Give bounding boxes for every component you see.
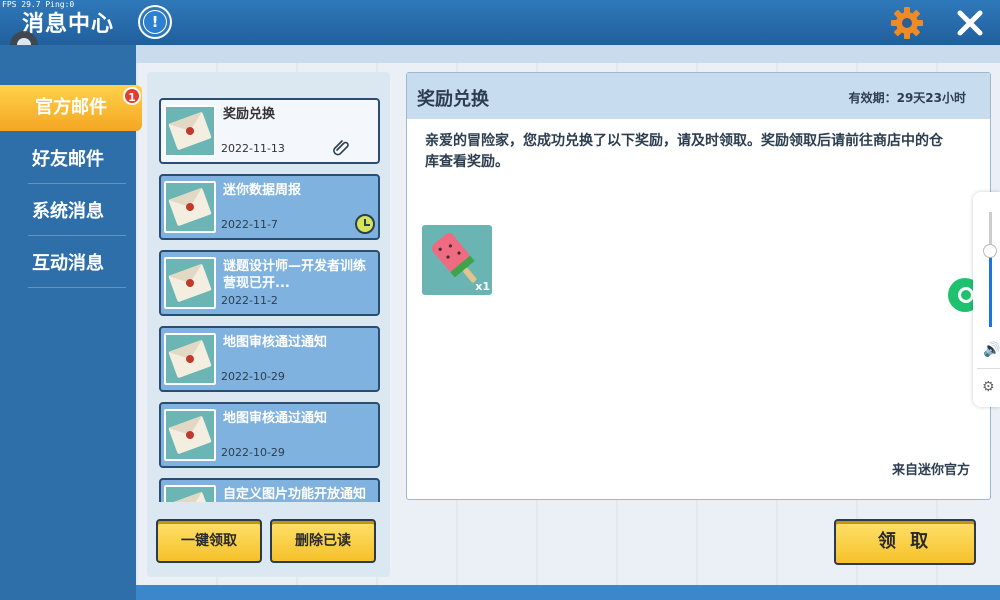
mail-item[interactable]: 奖励兑换 2022-11-13 xyxy=(159,98,380,164)
sidebar-item-official-mail[interactable]: 官方邮件 xyxy=(0,85,142,131)
sidebar-item-interactive-messages[interactable]: 互动消息 xyxy=(0,241,136,287)
envelope-icon xyxy=(168,339,212,379)
mail-date: 2022-11-2 xyxy=(221,294,278,307)
panel-divider xyxy=(977,368,1000,369)
speaker-icon[interactable]: 🔊 xyxy=(983,342,1000,358)
envelope-icon xyxy=(168,263,212,303)
info-icon: ! xyxy=(144,11,166,33)
mail-thumbnail xyxy=(164,257,216,309)
sidebar-item-friend-mail[interactable]: 好友邮件 xyxy=(0,137,136,183)
expiry-label: 有效期：29天23小时 xyxy=(848,91,966,105)
mail-item[interactable]: 迷你数据周报 2022-11-7 xyxy=(159,174,380,240)
reward-item[interactable]: x1 xyxy=(422,225,492,295)
detail-title: 奖励兑换 xyxy=(417,89,489,110)
envelope-icon xyxy=(168,415,212,455)
main-top-strip xyxy=(136,45,1000,63)
envelope-icon xyxy=(168,111,212,151)
volume-slider-knob[interactable] xyxy=(983,244,997,258)
mail-detail-panel: 奖励兑换 有效期：29天23小时 亲爱的冒险家，您成功兑换了以下奖励，请及时领取… xyxy=(406,72,991,500)
envelope-icon xyxy=(168,491,212,502)
settings-icon[interactable]: ⚙ xyxy=(982,379,995,395)
detail-body-text: 亲爱的冒险家，您成功兑换了以下奖励，请及时领取。奖励领取后请前往商店中的仓库查看… xyxy=(425,133,943,170)
volume-level xyxy=(989,252,992,327)
claim-button[interactable]: 领 取 xyxy=(834,519,976,565)
mail-date: 2022-10-29 xyxy=(221,446,285,459)
mail-item[interactable]: 谜题设计师—开发者训练营现已开... 2022-11-2 xyxy=(159,250,380,316)
mail-thumbnail xyxy=(164,181,216,233)
clock-icon xyxy=(355,214,375,234)
mail-thumbnail xyxy=(164,485,216,502)
claim-all-button[interactable]: 一键领取 xyxy=(156,519,262,563)
mail-item[interactable]: 自定义图片功能开放通知 xyxy=(159,478,380,502)
sidebar-divider xyxy=(28,287,126,288)
sidebar-divider xyxy=(28,235,126,236)
sidebar-divider xyxy=(28,183,126,184)
delete-read-button[interactable]: 删除已读 xyxy=(270,519,376,563)
mail-title: 谜题设计师—开发者训练营现已开... xyxy=(223,259,367,291)
mail-item[interactable]: 地图审核通过通知 2022-10-29 xyxy=(159,326,380,392)
sidebar-item-system-messages[interactable]: 系统消息 xyxy=(0,189,136,235)
mail-title: 地图审核通过通知 xyxy=(223,335,328,350)
mail-title: 地图审核通过通知 xyxy=(223,411,328,426)
page-title: 消息中心 xyxy=(22,12,115,37)
mail-date: 2022-10-29 xyxy=(221,370,285,383)
mail-title: 奖励兑换 xyxy=(223,107,276,122)
mail-date: 2022-11-13 xyxy=(221,142,285,155)
mail-title: 自定义图片功能开放通知 xyxy=(223,487,367,502)
info-button[interactable]: ! xyxy=(140,7,170,37)
sender-label: 来自迷你官方 xyxy=(891,463,970,478)
mail-title: 迷你数据周报 xyxy=(223,183,302,198)
mail-thumbnail xyxy=(164,105,216,157)
close-icon[interactable] xyxy=(955,8,985,38)
mail-item[interactable]: 地图审核通过通知 2022-10-29 xyxy=(159,402,380,468)
detail-header: 奖励兑换 有效期：29天23小时 xyxy=(407,73,990,119)
mail-list[interactable]: 奖励兑换 2022-11-13 迷你数据周报 2022-11-7 谜题设计师—开… xyxy=(157,96,384,502)
settings-gear-icon[interactable] xyxy=(890,6,924,40)
envelope-icon xyxy=(168,187,212,227)
volume-panel: 🔊 ⚙ xyxy=(973,192,1000,407)
mail-date: 2022-11-7 xyxy=(221,218,278,231)
main-bottom-strip xyxy=(136,585,1000,600)
mail-thumbnail xyxy=(164,409,216,461)
mail-thumbnail xyxy=(164,333,216,385)
unread-badge: 1 xyxy=(123,87,141,105)
reward-count: x1 xyxy=(475,280,490,293)
paperclip-icon xyxy=(333,140,349,156)
